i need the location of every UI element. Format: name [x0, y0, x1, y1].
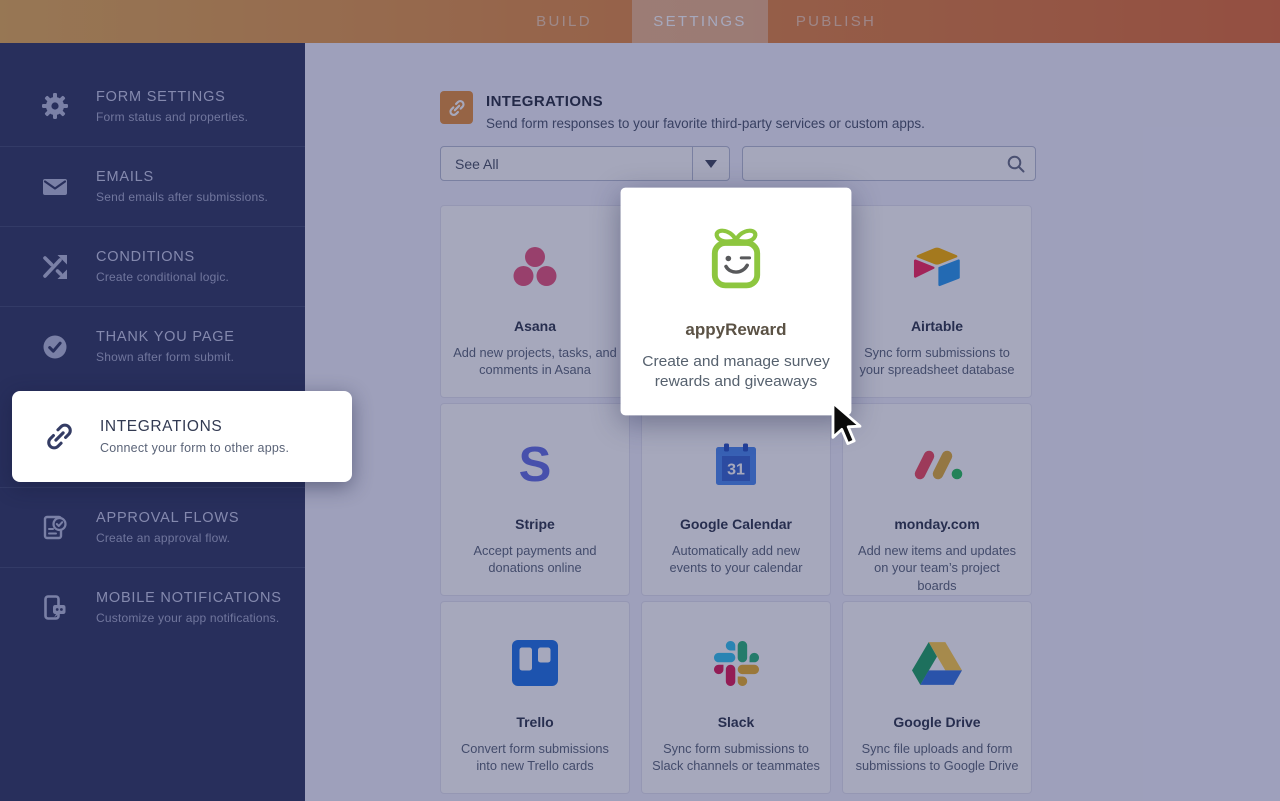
tab-publish[interactable]: PUBLISH [768, 0, 904, 43]
integration-card-google-calendar[interactable]: 31 Google Calendar Automatically add new… [641, 403, 831, 596]
main-nav-tabs: BUILD SETTINGS PUBLISH [496, 0, 904, 43]
sidebar-item-emails[interactable]: EMAILS Send emails after submissions. [0, 146, 305, 226]
card-description: Sync file uploads and form submissions t… [855, 741, 1019, 774]
topbar: BUILD SETTINGS PUBLISH [0, 0, 1280, 43]
svg-text:31: 31 [727, 462, 745, 479]
card-description: Add new items and updates on your team’s… [858, 543, 1016, 593]
sidebar-item-description: Customize your app notifications. [96, 611, 280, 625]
integrations-header: INTEGRATIONS Send form responses to your… [440, 43, 1036, 131]
card-description: Accept payments and donations online [473, 543, 597, 576]
card-description: Convert form submissions into new Trello… [461, 741, 609, 774]
card-title: Google Calendar [679, 516, 793, 532]
integration-search-input[interactable] [743, 147, 1035, 180]
check-circle-icon [38, 333, 72, 361]
filter-row: See All [440, 146, 1036, 181]
google-calendar-logo: 31 [713, 434, 759, 496]
card-description: Create and manage survey rewards and giv… [642, 351, 830, 390]
sidebar-item-conditions[interactable]: CONDITIONS Create conditional logic. [0, 226, 305, 306]
integration-card-google-drive[interactable]: Google Drive Sync file uploads and form … [842, 601, 1032, 794]
sidebar-item-label: CONDITIONS [96, 249, 196, 265]
link-icon [440, 91, 473, 124]
slack-logo [713, 632, 759, 694]
card-title: Airtable [910, 318, 964, 334]
sidebar-item-description: Send emails after submissions. [96, 190, 269, 204]
sidebar-item-label: EMAILS [96, 169, 154, 185]
card-description: Sync form submissions to your spreadshee… [859, 345, 1015, 378]
card-title: Slack [717, 714, 755, 730]
tab-build[interactable]: BUILD [496, 0, 632, 43]
integration-card-trello[interactable]: Trello Convert form submissions into new… [440, 601, 630, 794]
mobile-chat-icon [38, 594, 72, 622]
integration-card-monday[interactable]: monday.com Add new items and updates on … [842, 403, 1032, 596]
integration-card-airtable[interactable]: Airtable Sync form submissions to your s… [842, 205, 1032, 398]
dropdown-arrow-icon[interactable] [692, 147, 729, 180]
card-title: Asana [513, 318, 557, 334]
sidebar-item-description: Create conditional logic. [96, 270, 230, 284]
card-title: Stripe [515, 516, 555, 532]
sidebar-item-mobile-notifications[interactable]: MOBILE NOTIFICATIONS Customize your app … [0, 567, 305, 647]
google-drive-logo [912, 632, 962, 694]
integration-card-appyreward[interactable]: appyReward Create and manage survey rewa… [620, 187, 852, 416]
sidebar-item-label: APPROVAL FLOWS [96, 510, 240, 526]
category-dropdown-value: See All [455, 155, 499, 172]
page-subtitle: Send form responses to your favorite thi… [486, 116, 925, 131]
link-icon [42, 420, 76, 453]
card-title: appyReward [685, 319, 787, 339]
category-dropdown[interactable]: See All [440, 146, 730, 181]
integrations-grid: Asana Add new projects, tasks, and comme… [440, 187, 1036, 794]
sidebar-item-description: Form status and properties. [96, 109, 249, 124]
envelope-icon [38, 173, 72, 201]
sidebar-item-label: FORM SETTINGS [96, 88, 226, 105]
sidebar-item-description: Connect your form to other apps. [100, 441, 290, 455]
sidebar-item-label: THANK YOU PAGE [96, 329, 235, 345]
mouse-cursor [830, 401, 864, 451]
card-title: Google Drive [893, 714, 981, 730]
sidebar-item-description: Shown after form submit. [96, 350, 235, 364]
monday-logo [910, 434, 964, 496]
crossed-arrows-icon [38, 253, 72, 281]
integrations-panel: INTEGRATIONS Send form responses to your… [305, 43, 1280, 801]
card-title: monday.com [894, 516, 980, 532]
card-description: Automatically add new events to your cal… [669, 543, 803, 576]
stripe-logo: S [518, 437, 552, 492]
appyreward-logo [698, 223, 773, 296]
sidebar-item-label: MOBILE NOTIFICATIONS [96, 590, 282, 606]
app-window: BUILD SETTINGS PUBLISH FORM SETTINGS For… [0, 0, 1280, 801]
card-title: Trello [516, 714, 554, 730]
sidebar-item-description: Create an approval flow. [96, 531, 231, 545]
gear-icon [38, 92, 72, 120]
sidebar-item-label: INTEGRATIONS [100, 418, 223, 435]
integration-search [742, 146, 1036, 181]
page-title: INTEGRATIONS [486, 93, 604, 110]
integration-card-slack[interactable]: Slack Sync form submissions to Slack cha… [641, 601, 831, 794]
sidebar-item-integrations[interactable]: INTEGRATIONS Connect your form to other … [12, 391, 352, 482]
settings-sidebar: FORM SETTINGS Form status and properties… [0, 43, 352, 801]
search-icon [1006, 154, 1026, 179]
tab-settings[interactable]: SETTINGS [632, 0, 768, 43]
airtable-logo [911, 236, 963, 298]
approval-document-icon [38, 514, 72, 542]
sidebar-item-approval-flows[interactable]: APPROVAL FLOWS Create an approval flow. [0, 487, 305, 567]
card-description: Add new projects, tasks, and comments in… [453, 345, 617, 378]
sidebar-item-form-settings[interactable]: FORM SETTINGS Form status and properties… [0, 66, 305, 146]
integration-card-asana[interactable]: Asana Add new projects, tasks, and comme… [440, 205, 630, 398]
asana-logo [508, 236, 562, 298]
integration-card-stripe[interactable]: S Stripe Accept payments and donations o… [440, 403, 630, 596]
sidebar-item-thank-you-page[interactable]: THANK YOU PAGE Shown after form submit. [0, 306, 305, 386]
trello-logo [512, 632, 558, 694]
card-description: Sync form submissions to Slack channels … [652, 741, 820, 774]
